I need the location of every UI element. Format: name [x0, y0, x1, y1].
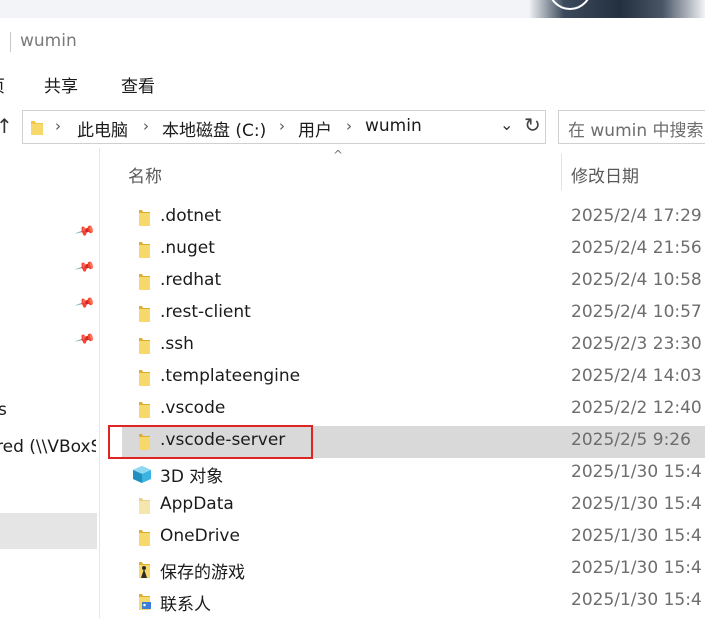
- file-row-templateengine[interactable]: .templateengine 2025/2/4 14:03: [122, 362, 705, 394]
- file-row-vscode[interactable]: .vscode 2025/2/2 12:40: [122, 394, 705, 426]
- window-title: wumin: [20, 31, 77, 51]
- column-header-date[interactable]: 修改日期: [571, 162, 639, 187]
- file-name: .redhat: [160, 270, 222, 290]
- breadcrumb-users[interactable]: 用户: [298, 116, 332, 141]
- file-date: 2025/1/30 15:4: [571, 526, 702, 546]
- file-date: 2025/2/4 21:56: [571, 238, 702, 258]
- file-row-nuget[interactable]: .nuget 2025/2/4 21:56: [122, 234, 705, 266]
- file-date: 2025/2/2 12:40: [571, 398, 702, 418]
- breadcrumb-wumin[interactable]: wumin: [365, 116, 422, 136]
- column-header-name[interactable]: 名称: [128, 162, 162, 187]
- file-name: 3D 对象: [160, 467, 224, 487]
- folder-icon: [139, 306, 150, 322]
- title-separator: [10, 32, 11, 52]
- file-date: 2025/2/4 14:03: [571, 366, 702, 386]
- file-name: .nuget: [160, 238, 215, 258]
- file-row-3d-objects[interactable]: 3D 对象 2025/1/30 15:4: [122, 458, 705, 490]
- file-date: 2025/1/30 15:4: [571, 462, 702, 482]
- file-date: 2025/2/4 10:58: [571, 270, 702, 290]
- desktop-wallpaper-strip: [0, 0, 705, 18]
- breadcrumb-this-pc[interactable]: 此电脑: [77, 116, 128, 141]
- chevron-right-icon[interactable]: ›: [143, 117, 149, 135]
- file-row-dotnet[interactable]: .dotnet 2025/2/4 17:29: [122, 202, 705, 234]
- file-date: 2025/1/30 15:4: [571, 590, 702, 610]
- file-date: 2025/2/4 10:57: [571, 302, 702, 322]
- ribbon-tabs: [0, 66, 705, 102]
- tab-view[interactable]: 查看: [121, 72, 155, 97]
- wallpaper-ornament: [548, 0, 592, 10]
- file-name: .ssh: [160, 334, 194, 354]
- file-date: 2025/1/30 15:4: [571, 558, 702, 578]
- file-row-rest-client[interactable]: .rest-client 2025/2/4 10:57: [122, 298, 705, 330]
- file-row-onedrive[interactable]: OneDrive 2025/1/30 15:4: [122, 522, 705, 554]
- nav-item-selected[interactable]: [0, 513, 97, 549]
- folder-icon: [139, 338, 150, 354]
- folder-icon: [139, 370, 150, 386]
- tab-home[interactable]: 页: [0, 72, 5, 97]
- chevron-right-icon[interactable]: ›: [279, 117, 285, 135]
- folder-icon: [139, 242, 150, 258]
- file-name: .dotnet: [160, 206, 222, 226]
- file-name: 保存的游戏: [160, 563, 245, 583]
- file-name: .rest-client: [160, 302, 251, 322]
- 3d-objects-icon: [133, 466, 151, 483]
- chevron-right-icon[interactable]: ›: [55, 117, 61, 135]
- breadcrumb-local-disk[interactable]: 本地磁盘 (C:): [162, 116, 266, 141]
- file-date: 2025/1/30 15:4: [571, 494, 702, 514]
- folder-icon: [139, 498, 150, 514]
- contacts-icon: [139, 594, 151, 610]
- chevron-down-icon[interactable]: ⌄: [500, 115, 513, 134]
- file-date: 2025/2/5 9:26: [571, 430, 691, 450]
- folder-icon: [139, 530, 150, 546]
- file-row-ssh[interactable]: .ssh 2025/2/3 23:30: [122, 330, 705, 362]
- file-row-contacts[interactable]: 联系人 2025/1/30 15:4: [122, 586, 705, 618]
- folder-icon: [139, 274, 150, 290]
- file-name: .templateengine: [160, 366, 301, 386]
- folder-icon: [31, 121, 43, 135]
- file-name: 联系人: [160, 595, 211, 615]
- folder-icon: [139, 402, 150, 418]
- sort-up-icon: ^: [333, 148, 344, 162]
- up-arrow-icon[interactable]: ↑: [0, 114, 13, 138]
- file-name: .vscode: [160, 398, 226, 418]
- search-placeholder: 在 wumin 中搜索: [568, 121, 704, 141]
- file-row-saved-games[interactable]: 保存的游戏 2025/1/30 15:4: [122, 554, 705, 586]
- nav-item-label[interactable]: s: [0, 400, 38, 420]
- column-separator[interactable]: [561, 154, 562, 190]
- file-row-appdata[interactable]: AppData 2025/1/30 15:4: [122, 490, 705, 522]
- file-date: 2025/2/3 23:30: [571, 334, 702, 354]
- file-name: AppData: [160, 494, 234, 514]
- file-name: OneDrive: [160, 526, 240, 546]
- refresh-icon[interactable]: ↻: [524, 113, 541, 137]
- saved-games-icon: [139, 562, 150, 578]
- title-bar: [0, 18, 705, 66]
- annotation-highlight: [108, 425, 313, 459]
- file-date: 2025/2/4 17:29: [571, 206, 702, 226]
- folder-icon: [139, 210, 150, 226]
- chevron-right-icon[interactable]: ›: [346, 117, 352, 135]
- file-row-redhat[interactable]: .redhat 2025/2/4 10:58: [122, 266, 705, 298]
- nav-item-network-share[interactable]: red (\\VBoxSv: [0, 437, 96, 457]
- tab-share[interactable]: 共享: [44, 72, 78, 97]
